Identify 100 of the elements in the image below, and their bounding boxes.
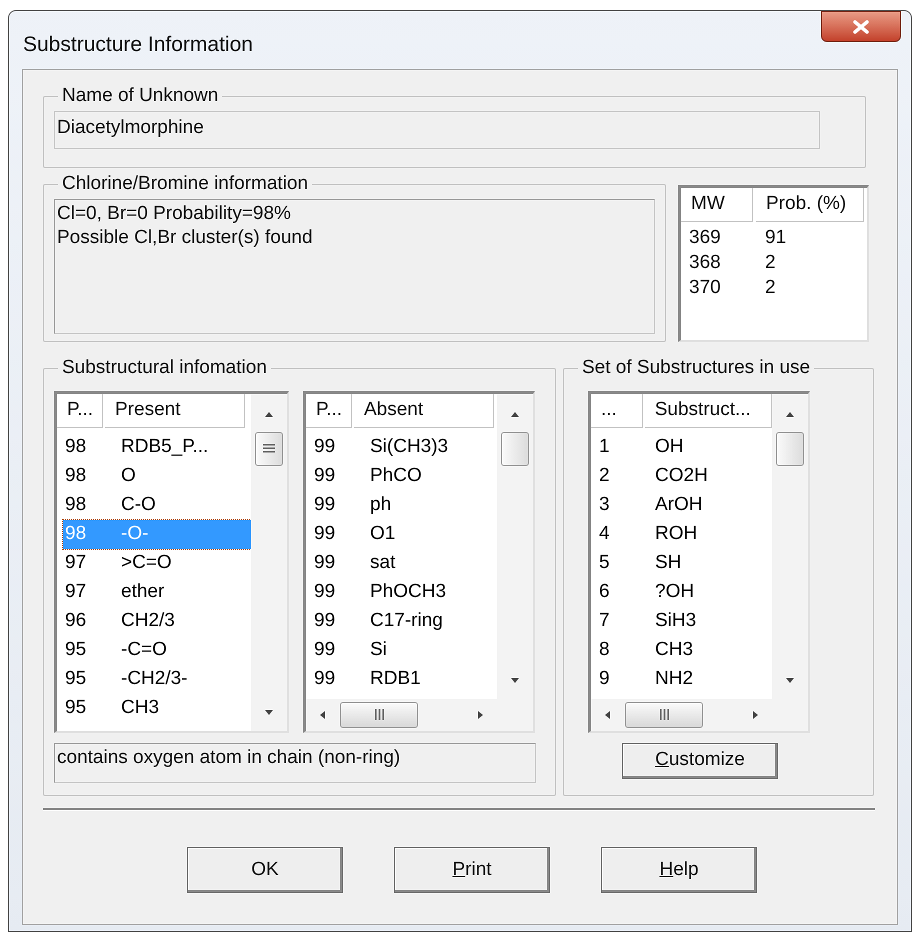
list-row[interactable]: 98 C-O <box>63 490 251 520</box>
list-cell-text: 8 <box>598 638 611 662</box>
list-cell-text: 3 <box>598 492 611 517</box>
info-line: Cl=0, Br=0 Probability=98% <box>57 202 292 226</box>
list-row[interactable]: 99 Si <box>312 636 497 664</box>
list-row[interactable]: 4 ROH <box>597 520 772 548</box>
scrollbar-thumb[interactable] <box>501 432 529 466</box>
list-cell-text: 97 <box>64 550 88 575</box>
scroll-up-icon[interactable] <box>785 410 795 420</box>
list-row[interactable]: 8 CH3 <box>597 636 772 664</box>
scrollbar-thumb[interactable] <box>776 432 804 466</box>
list-row[interactable]: 99 PhCO <box>312 462 497 490</box>
list-row[interactable]: 6 ?OH <box>597 578 772 606</box>
scroll-left-icon[interactable] <box>603 710 613 720</box>
list-row[interactable]: 99 PhOCH3 <box>312 578 497 606</box>
horizontal-scrollbar[interactable] <box>306 698 497 730</box>
list-row[interactable]: 98 RDB5_P... <box>63 432 251 462</box>
group-label: Chlorine/Bromine information <box>61 172 310 196</box>
vertical-scrollbar[interactable] <box>251 394 287 730</box>
list-row[interactable]: 95 CH3 <box>63 694 251 722</box>
scrollbar-thumb[interactable] <box>625 702 703 728</box>
table-cell-text: 368 <box>689 251 722 276</box>
list-cell-text: C-O <box>120 492 156 517</box>
list-cell-text: Si <box>369 638 387 662</box>
dialog-button[interactable]: Help <box>601 847 757 893</box>
list-row[interactable]: 98 O <box>63 462 251 490</box>
list-row[interactable]: 99 ph <box>312 490 497 520</box>
list-cell-text: O <box>120 464 136 488</box>
list-row[interactable]: 7 SiH3 <box>597 606 772 636</box>
scrollbar-thumb[interactable] <box>340 702 418 728</box>
scroll-up-icon[interactable] <box>510 410 520 420</box>
table-cell-text: 2 <box>765 276 776 300</box>
list-row[interactable]: 96 CH2/3 <box>63 606 251 636</box>
column-header[interactable]: Absent <box>354 394 494 428</box>
list-cell-text: 99 <box>313 638 336 662</box>
list-cell-text: ether <box>120 580 164 604</box>
column-header[interactable]: Prob. (%) <box>756 188 864 222</box>
list-cell-text: sat <box>369 550 396 575</box>
list-cell-text: O1 <box>369 522 396 546</box>
scroll-right-icon[interactable] <box>750 710 760 720</box>
dialog-button[interactable]: Print <box>394 847 550 893</box>
list-cell-text: ph <box>369 492 392 517</box>
group-label: Set of Substructures in use <box>581 356 812 380</box>
list-row[interactable]: 99 sat <box>312 548 497 578</box>
list-cell-text: 99 <box>313 434 336 459</box>
description-field: contains oxygen atom in chain (non-ring) <box>54 742 536 782</box>
list-row[interactable]: 2 CO2H <box>597 462 772 490</box>
list-cell-text: 98 <box>64 522 88 546</box>
grip-icon <box>263 444 275 453</box>
vertical-scrollbar[interactable] <box>772 394 808 698</box>
column-header[interactable]: P... <box>306 394 352 428</box>
group-label: Substructural infomation <box>61 356 268 380</box>
column-header[interactable]: Substruct... <box>644 394 772 428</box>
list-cell-text: RDB1 <box>369 666 421 691</box>
scrollbar-thumb[interactable] <box>255 432 283 466</box>
list-row[interactable]: 95 -C=O <box>63 636 251 664</box>
table-cell-text: 91 <box>765 226 786 250</box>
column-header[interactable]: P... <box>57 394 103 428</box>
list-cell-text: 95 <box>64 696 88 720</box>
list-cell-text: 99 <box>313 492 336 517</box>
horizontal-scrollbar[interactable] <box>591 698 772 730</box>
scroll-right-icon[interactable] <box>475 710 485 720</box>
list-row[interactable]: 99 Si(CH3)3 <box>312 432 497 462</box>
list-row[interactable]: 99 RDB1 <box>312 664 497 694</box>
list-cell-text: PhCO <box>369 464 422 488</box>
group-label: Name of Unknown <box>61 84 220 108</box>
list-row[interactable]: 1 OH <box>597 432 772 462</box>
column-header[interactable]: ... <box>591 394 643 428</box>
list-cell-text: NH2 <box>654 666 694 691</box>
list-cell-text: >C=O <box>120 550 172 575</box>
list-row[interactable]: 97 ether <box>63 578 251 606</box>
list-row[interactable]: 3 ArOH <box>597 490 772 520</box>
list-row[interactable]: 95 -CH2/3- <box>63 664 251 694</box>
list-cell-text: CO2H <box>654 464 708 488</box>
list-row[interactable]: 99 C17-ring <box>312 606 497 636</box>
list-row[interactable]: 97 >C=O <box>63 548 251 578</box>
list-cell-text: 98 <box>64 492 88 517</box>
list-cell-text: 99 <box>313 608 336 633</box>
dialog-button[interactable]: OK <box>187 847 343 893</box>
list-cell-text: 98 <box>64 464 88 488</box>
list-cell-text: 2 <box>598 464 611 488</box>
close-button[interactable] <box>821 11 901 42</box>
list-cell-text: 7 <box>598 608 611 633</box>
info-line: Possible Cl,Br cluster(s) found <box>57 226 314 250</box>
list-cell-text: 95 <box>64 638 88 662</box>
scroll-up-icon[interactable] <box>264 410 274 420</box>
column-header[interactable]: MW <box>681 188 753 222</box>
column-header[interactable]: Present <box>105 394 245 428</box>
list-cell-text: 9 <box>598 666 611 691</box>
scroll-left-icon[interactable] <box>318 710 328 720</box>
list-cell-text: 98 <box>64 434 88 459</box>
grip-icon <box>374 709 384 720</box>
list-row[interactable]: 5 SH <box>597 548 772 578</box>
vertical-scrollbar[interactable] <box>497 394 533 698</box>
dialog-button[interactable]: Customize <box>622 742 778 778</box>
list-row[interactable]: 99 O1 <box>312 520 497 548</box>
list-cell-text: ROH <box>654 522 698 546</box>
list-cell-text: 99 <box>313 522 336 546</box>
list-row[interactable]: 9 NH2 <box>597 664 772 694</box>
table-cell-text: 2 <box>765 251 776 276</box>
